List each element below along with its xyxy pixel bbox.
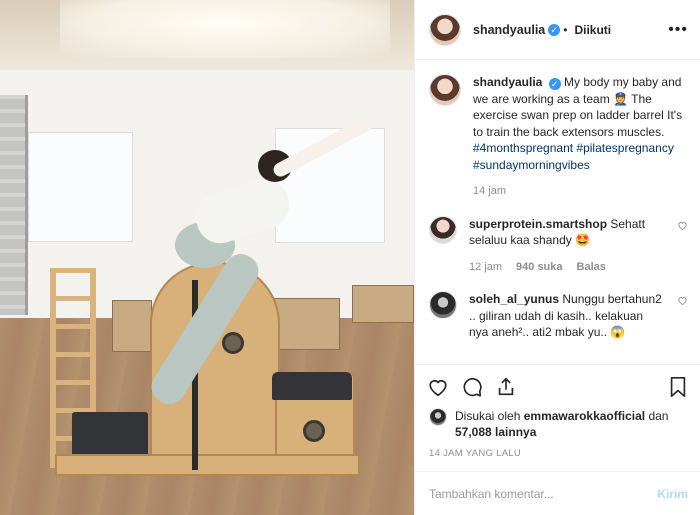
likes-summary: Disukai oleh emmawarokkaofficial dan 57,… xyxy=(415,408,700,440)
barrel-knob xyxy=(222,332,244,354)
avatar[interactable] xyxy=(429,74,461,106)
avatar[interactable] xyxy=(429,408,447,426)
comment-username[interactable]: soleh_al_yunus xyxy=(469,292,559,306)
likes-count-button[interactable]: 57,088 lainnya xyxy=(455,425,536,439)
comment-body: superprotein.smartshop Sehatt selaluu ka… xyxy=(469,216,665,276)
barrel-knob xyxy=(303,420,325,442)
barrel-pad xyxy=(272,372,352,400)
comment-username[interactable]: superprotein.smartshop xyxy=(469,217,607,231)
verified-badge-icon: ✓ xyxy=(548,23,561,36)
barrel-step xyxy=(72,412,148,458)
comment-input[interactable] xyxy=(429,486,658,501)
hashtag-link[interactable]: #pilatespregnancy xyxy=(576,141,673,155)
header-separator: • xyxy=(563,22,568,37)
share-icon[interactable] xyxy=(495,376,517,398)
avatar[interactable] xyxy=(429,291,457,319)
instagram-post: shandyaulia ✓ • Diikuti ••• shandyaulia … xyxy=(0,0,700,515)
action-bar xyxy=(415,364,700,408)
post-side-panel: shandyaulia ✓ • Diikuti ••• shandyaulia … xyxy=(414,0,700,515)
likes-prefix: Disukai oleh xyxy=(455,409,521,423)
header-username[interactable]: shandyaulia xyxy=(473,23,545,37)
reformer-machine xyxy=(272,298,340,350)
more-options-icon[interactable]: ••• xyxy=(668,21,688,39)
comment-like-heart-icon[interactable] xyxy=(677,220,688,276)
caption: shandyaulia ✓ My body my baby and we are… xyxy=(429,74,688,200)
equipment-rack xyxy=(0,95,28,315)
comment-likes[interactable]: 940 suka xyxy=(516,259,562,276)
bookmark-icon[interactable] xyxy=(668,376,688,398)
liker-username[interactable]: emmawarokkaofficial xyxy=(524,409,645,423)
post-photo[interactable] xyxy=(0,0,414,515)
send-comment-button[interactable]: Kirim xyxy=(657,487,688,501)
post-timestamp[interactable]: 14 JAM YANG LALU xyxy=(415,440,700,471)
reformer-machine xyxy=(112,300,152,352)
comment-like-heart-icon[interactable] xyxy=(677,295,688,341)
hashtag-link[interactable]: #4monthspregnant xyxy=(473,141,573,155)
follow-status-button[interactable]: Diikuti xyxy=(574,23,611,37)
caption-body: shandyaulia ✓ My body my baby and we are… xyxy=(473,74,688,200)
comment-meta: 12 jam 940 suka Balas xyxy=(469,259,665,276)
post-header: shandyaulia ✓ • Diikuti ••• xyxy=(415,0,700,60)
window-left xyxy=(28,132,133,242)
reply-button[interactable]: Balas xyxy=(577,259,606,276)
comment-item: superprotein.smartshop Sehatt selaluu ka… xyxy=(429,215,688,276)
comment-time[interactable]: 12 jam xyxy=(469,259,502,276)
verified-badge-icon: ✓ xyxy=(548,78,561,90)
ceiling-light xyxy=(60,0,390,58)
header-identity: shandyaulia ✓ • Diikuti xyxy=(473,23,611,37)
heart-icon[interactable] xyxy=(427,376,449,398)
caption-meta: 14 jam xyxy=(473,183,688,200)
comment-icon[interactable] xyxy=(461,376,483,398)
comment-item: soleh_al_yunus Nunggu bertahun2 .. gilir… xyxy=(429,291,688,341)
barrel-base xyxy=(55,454,360,476)
likes-and: dan xyxy=(648,409,669,423)
caption-time[interactable]: 14 jam xyxy=(473,183,506,200)
avatar[interactable] xyxy=(429,13,461,46)
likes-text: Disukai oleh emmawarokkaofficial dan 57,… xyxy=(455,408,686,440)
add-comment-bar: Kirim xyxy=(415,471,700,515)
caption-username[interactable]: shandyaulia xyxy=(473,75,542,89)
hashtag-link[interactable]: #sundaymorningvibes xyxy=(473,158,590,172)
reformer-machine xyxy=(352,285,414,323)
avatar[interactable] xyxy=(429,215,457,244)
comments-list[interactable]: shandyaulia ✓ My body my baby and we are… xyxy=(415,60,700,364)
comment-body: soleh_al_yunus Nunggu bertahun2 .. gilir… xyxy=(469,291,665,341)
